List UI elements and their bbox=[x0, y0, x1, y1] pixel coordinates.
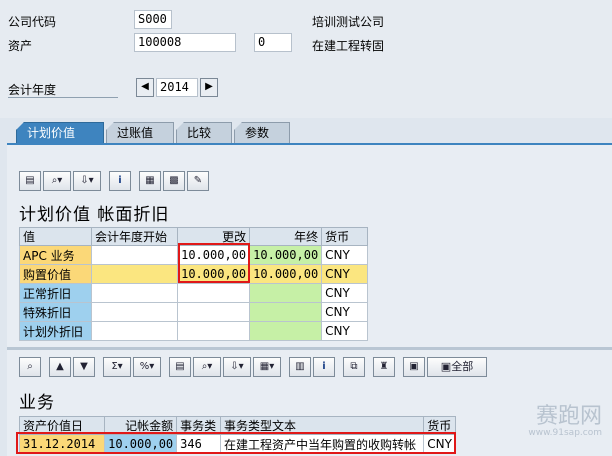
change-cell bbox=[177, 321, 251, 341]
note-icon[interactable]: ✎ bbox=[187, 171, 209, 191]
year-end-cell bbox=[249, 302, 323, 322]
print-icon[interactable]: ▤ bbox=[169, 357, 191, 377]
change-cell: 10.000,00 bbox=[177, 264, 251, 284]
table-row: 购置价值 10.000,00 10.000,00 CNY bbox=[19, 264, 368, 284]
planned-values-table: 值 会计年度开始 更改 年终 货币 APC 业务 10.000,00 10.00… bbox=[19, 227, 368, 341]
change-cell bbox=[177, 302, 251, 322]
row-label: 正常折旧 bbox=[19, 283, 92, 303]
value-date-cell: 31.12.2014 bbox=[18, 434, 106, 454]
transactions-title: 业务 bbox=[19, 393, 55, 413]
fy-start-cell bbox=[90, 302, 179, 322]
print-icon[interactable]: ▤ bbox=[19, 171, 41, 191]
layout-icon[interactable]: ▦ bbox=[139, 171, 161, 191]
row-label: 购置价值 bbox=[19, 264, 92, 284]
col-header-currency[interactable]: 货币 bbox=[423, 416, 456, 435]
currency-cell: CNY bbox=[321, 245, 368, 265]
col-header-fy-start[interactable]: 会计年度开始 bbox=[90, 227, 179, 246]
funnel-icon[interactable]: ▼ bbox=[73, 357, 95, 377]
all-button[interactable]: ▣全部 bbox=[427, 357, 487, 377]
col-header-year-end[interactable]: 年终 bbox=[249, 227, 323, 246]
currency-cell: CNY bbox=[321, 264, 368, 284]
col-header-value-date[interactable]: 资产价值日 bbox=[18, 416, 106, 435]
export-icon[interactable]: ⇩▾ bbox=[73, 171, 101, 191]
watermark-url: www.91sap.com bbox=[528, 428, 602, 438]
filter-icon[interactable]: ⌕▾ bbox=[43, 171, 71, 191]
tab-parameters[interactable]: 参数 bbox=[234, 122, 290, 144]
currency-cell: CNY bbox=[321, 283, 368, 303]
company-name: 培训测试公司 bbox=[312, 15, 385, 29]
prev-year-button[interactable]: ◀ bbox=[136, 78, 154, 97]
asset-description: 在建工程转固 bbox=[312, 39, 385, 53]
col-header-change[interactable]: 更改 bbox=[177, 227, 251, 246]
amount-cell: 10.000,00 bbox=[104, 434, 178, 454]
currency-cell: CNY bbox=[321, 321, 368, 341]
asset-label: 资产 bbox=[8, 39, 33, 53]
col-header-trans-text[interactable]: 事务类型文本 bbox=[219, 416, 425, 435]
row-label: 特殊折旧 bbox=[19, 302, 92, 322]
currency-cell: CNY bbox=[423, 434, 456, 454]
fy-start-cell bbox=[90, 283, 179, 303]
fy-start-cell bbox=[90, 245, 179, 265]
export-icon[interactable]: ⇩▾ bbox=[223, 357, 251, 377]
col-header-value[interactable]: 值 bbox=[19, 227, 92, 246]
hat-icon[interactable]: ♜ bbox=[373, 357, 395, 377]
sum-icon[interactable]: Σ▾ bbox=[103, 357, 131, 377]
sort-asc-icon[interactable]: ▲ bbox=[49, 357, 71, 377]
table-row: 计划外折旧 CNY bbox=[19, 321, 368, 341]
tab-planned-values[interactable]: 计划价值 bbox=[16, 122, 104, 144]
layout-icon[interactable]: ▦▾ bbox=[253, 357, 281, 377]
col-header-amount[interactable]: 记帐金额 bbox=[104, 416, 178, 435]
currency-cell: CNY bbox=[321, 302, 368, 322]
fy-start-cell bbox=[90, 321, 179, 341]
transactions-toolbar: ⌕ ▲ ▼ Σ▾ %▾ ▤ ⌕▾ ⇩▾ ▦▾ ▥ i ⧉ ♜ ▣ ▣全部 bbox=[19, 354, 487, 380]
table-row: 正常折旧 CNY bbox=[19, 283, 368, 303]
info-icon[interactable]: i bbox=[313, 357, 335, 377]
tab-comparison[interactable]: 比较 bbox=[176, 122, 232, 144]
transactions-table: 资产价值日 记帐金额 事务类 事务类型文本 货币 31.12.2014 10.0… bbox=[18, 416, 456, 454]
header-area: 公司代码 S000 培训测试公司 资产 100008 0 在建工程转固 会计年度… bbox=[0, 0, 612, 118]
watermark-logo: 赛跑网 bbox=[535, 404, 602, 429]
calculator-icon[interactable]: ▩ bbox=[163, 171, 185, 191]
info-icon[interactable]: i bbox=[109, 171, 131, 191]
year-end-cell bbox=[249, 321, 323, 341]
next-year-button[interactable]: ▶ bbox=[200, 78, 218, 97]
chart-icon[interactable]: ▥ bbox=[289, 357, 311, 377]
table-row: 特殊折旧 CNY bbox=[19, 302, 368, 322]
fiscal-year-field[interactable]: 2014 bbox=[156, 78, 198, 97]
splitter-bar[interactable] bbox=[7, 347, 612, 350]
col-header-trans-type[interactable]: 事务类 bbox=[176, 416, 221, 435]
copy-icon[interactable]: ⧉ bbox=[343, 357, 365, 377]
planned-title: 计划价值 帐面折旧 bbox=[19, 205, 170, 225]
year-end-cell: 10.000,00 bbox=[249, 245, 323, 265]
company-code-label: 公司代码 bbox=[8, 15, 57, 29]
trans-text-cell: 在建工程资产中当年购置的收购转帐 bbox=[219, 434, 425, 454]
company-code-field[interactable]: S000 bbox=[134, 10, 172, 29]
detail-icon[interactable]: ⌕ bbox=[19, 357, 41, 377]
change-cell bbox=[177, 283, 251, 303]
asset-subnumber-field[interactable]: 0 bbox=[254, 33, 292, 52]
asset-number-field[interactable]: 100008 bbox=[134, 33, 236, 52]
row-label: APC 业务 bbox=[19, 245, 92, 265]
trans-type-cell: 346 bbox=[176, 434, 221, 454]
year-end-cell: 10.000,00 bbox=[249, 264, 323, 284]
col-header-currency[interactable]: 货币 bbox=[321, 227, 368, 246]
tree-icon[interactable]: ▣ bbox=[403, 357, 425, 377]
table-row[interactable]: 31.12.2014 10.000,00 346 在建工程资产中当年购置的收购转… bbox=[18, 434, 456, 454]
row-label: 计划外折旧 bbox=[19, 321, 92, 341]
table-row: APC 业务 10.000,00 10.000,00 CNY bbox=[19, 245, 368, 265]
tab-posted-values[interactable]: 过账值 bbox=[106, 122, 174, 144]
planned-toolbar: ▤ ⌕▾ ⇩▾ i ▦ ▩ ✎ bbox=[19, 168, 209, 194]
fiscal-year-label: 会计年度 bbox=[8, 83, 57, 97]
fiscal-year-underline bbox=[8, 97, 118, 98]
subtotal-icon[interactable]: %▾ bbox=[133, 357, 161, 377]
year-end-cell bbox=[249, 283, 323, 303]
fy-start-cell bbox=[90, 264, 179, 284]
change-cell: 10.000,00 bbox=[177, 245, 251, 265]
view-icon[interactable]: ⌕▾ bbox=[193, 357, 221, 377]
